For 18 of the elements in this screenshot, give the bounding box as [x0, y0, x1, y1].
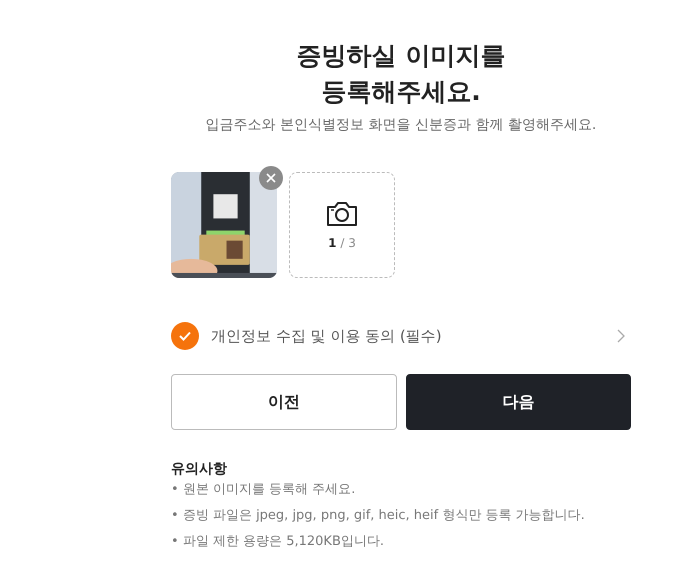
remove-button[interactable] [259, 166, 283, 190]
photo-count: 1 / 3 [328, 236, 356, 250]
checkbox[interactable] [171, 322, 199, 350]
page-title: 증빙하실 이미지를 [296, 40, 506, 72]
note-text: • 원본 이미지를 등록해 주세요. [171, 481, 356, 499]
camera-icon [325, 200, 359, 228]
note-text: • 증빙 파일은 jpeg, jpg, png, gif, heic, heif 형식만 등록 가능합니다. [171, 507, 586, 525]
consent-label[interactable]: 개인정보 수집 및 이용 동의 (필수) [211, 326, 617, 346]
notes-title: 유의사항 [171, 460, 228, 478]
page-title: 등록해주세요. [321, 76, 481, 108]
checkmark-icon [178, 329, 192, 343]
previous-button[interactable]: 이전 [171, 374, 396, 430]
chevron-right-icon[interactable] [617, 329, 625, 343]
add-photo-button[interactable]: 1 / 3 [289, 172, 395, 278]
subtitle: 입금주소와 본인식별정보 화면을 신분증과 함께 촬영해주세요. [204, 116, 598, 134]
note-text: • 파일 제한 용량은 5,120KB입니다. [171, 533, 385, 551]
next-button[interactable]: 다음 [406, 374, 631, 430]
close-icon [265, 172, 277, 184]
